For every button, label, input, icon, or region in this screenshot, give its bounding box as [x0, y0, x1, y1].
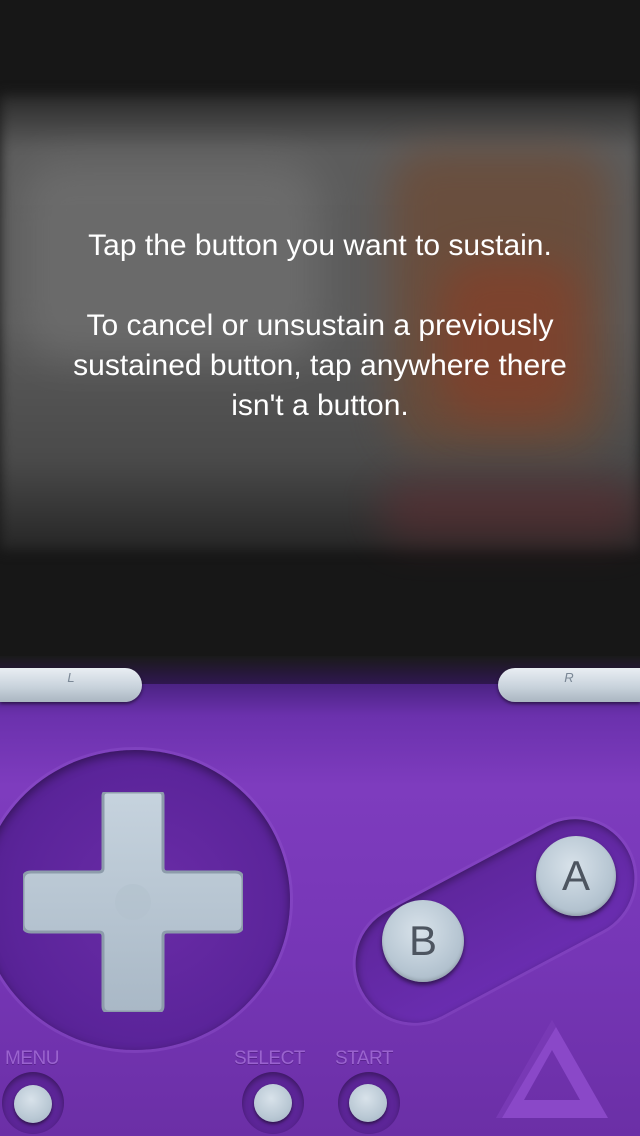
start-label: START: [335, 1048, 394, 1069]
sustain-instructions: Tap the button you want to sustain. To c…: [0, 226, 640, 426]
delta-logo-icon: [496, 1020, 608, 1118]
r-shoulder-label: R: [564, 670, 574, 685]
a-button[interactable]: A: [536, 836, 616, 916]
menu-label: MENU: [5, 1048, 59, 1069]
dpad-center-dimple: [115, 884, 151, 920]
r-shoulder-button[interactable]: R: [498, 668, 640, 702]
instruction-line-2: To cancel or unsustain a previously: [86, 309, 554, 342]
b-button[interactable]: B: [382, 900, 464, 982]
instruction-line-1: Tap the button you want to sustain.: [88, 229, 552, 262]
blurred-game-shape: [380, 480, 640, 540]
instruction-line-3: sustained button, tap anywhere there: [73, 349, 567, 382]
l-shoulder-button[interactable]: L: [0, 668, 142, 702]
start-button[interactable]: [349, 1084, 387, 1122]
select-label: SELECT: [234, 1048, 305, 1069]
game-screen[interactable]: Tap the button you want to sustain. To c…: [0, 0, 640, 656]
l-shoulder-label: L: [67, 670, 75, 685]
select-button[interactable]: [254, 1084, 292, 1122]
instruction-line-4: isn't a button.: [231, 389, 409, 422]
dpad[interactable]: [23, 792, 243, 1012]
menu-button[interactable]: [14, 1085, 52, 1123]
